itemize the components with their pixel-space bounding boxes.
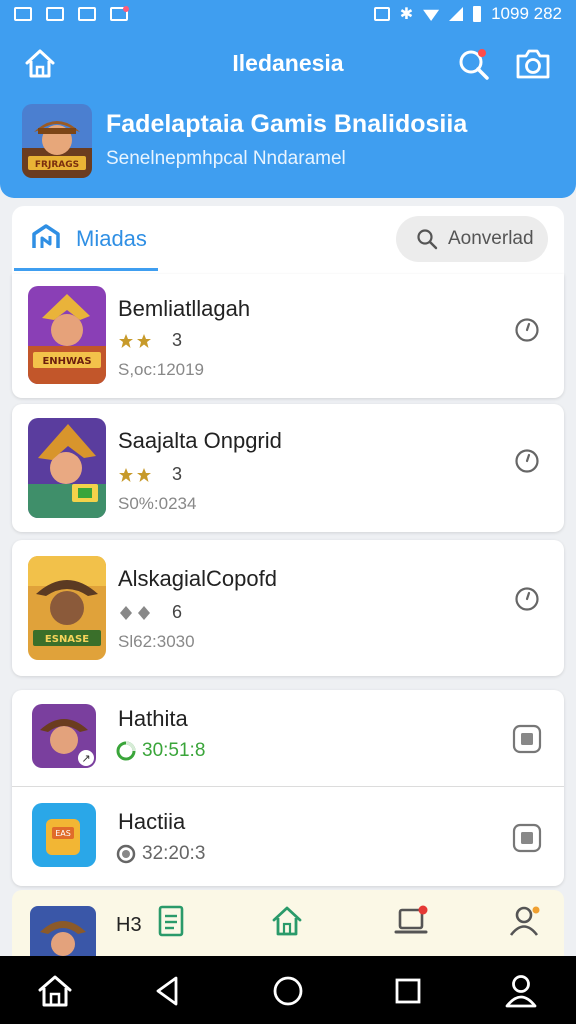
signal-icon (449, 7, 464, 21)
game-meta: Sl62:3030 (118, 632, 195, 651)
search-label: Aonverlad (448, 228, 534, 249)
status-time: 32:20:3 (142, 843, 206, 864)
game-thumbnail[interactable]: ESNASE (28, 556, 106, 660)
tab-miadas[interactable]: Miadas (76, 226, 147, 252)
recents-icon[interactable] (389, 972, 427, 1010)
document-icon[interactable] (154, 904, 188, 938)
notification-icons (14, 6, 129, 21)
camera-icon[interactable] (514, 46, 552, 82)
game-title[interactable]: Hactiia (118, 809, 185, 835)
clock-icon (116, 844, 136, 864)
game-thumbnail[interactable]: ENHWAS (28, 286, 106, 384)
mini-player-thumbnail[interactable] (30, 906, 96, 956)
photo-icon (78, 7, 96, 21)
download-status: 30:51:8 (116, 740, 205, 762)
rating-count: 6 (172, 602, 183, 622)
download-status: 32:20:3 (116, 843, 205, 865)
star-rating-icon (118, 467, 154, 483)
bottom-navigation: H3 (12, 890, 564, 956)
clock-time: 1099 282 (491, 4, 562, 23)
search-icon (417, 229, 438, 250)
vibrate-icon: ✱ (399, 6, 414, 23)
stop-icon[interactable] (512, 823, 542, 853)
status-bar: ✱ 1099 282 (0, 0, 576, 28)
wifi-icon (423, 9, 440, 21)
featured-title[interactable]: Fadelaptaia Gamis Bnalidosiia (106, 110, 467, 139)
home-icon[interactable] (270, 904, 304, 938)
installed-list: ↗ Hathita 30:51:8 EAS Hactiia 32:20:3 (12, 690, 564, 886)
rating-count: 3 (172, 464, 183, 484)
svg-text:FRJRAGS: FRJRAGS (35, 160, 79, 170)
game-card[interactable]: ENHWAS Bemliatllagah 3 S,oc:12019 (12, 274, 564, 398)
game-title[interactable]: Hathita (118, 706, 188, 732)
rating: 3 (118, 330, 182, 351)
star-rating-icon (118, 605, 154, 621)
rating-count: 3 (172, 330, 183, 350)
chart-icon (46, 7, 64, 21)
nfc-icon (373, 7, 390, 21)
mini-player-label: H3 (116, 914, 142, 936)
list-item[interactable]: ↗ Hathita 30:51:8 (12, 690, 564, 786)
game-thumbnail[interactable]: EAS (32, 803, 96, 867)
tab-bar: Miadas Aonverlad (12, 206, 564, 274)
svg-text:EAS: EAS (55, 829, 71, 838)
tab-games-icon[interactable] (30, 222, 62, 254)
overview-circle-icon[interactable] (269, 972, 307, 1010)
system-status: ✱ 1099 282 (373, 4, 562, 24)
app-header: Iledanesia FRJRAGS Fadelaptaia Gamis Bna… (0, 28, 576, 198)
game-thumbnail[interactable] (28, 418, 106, 518)
system-navigation (0, 956, 576, 1024)
battery-icon (473, 6, 482, 22)
back-icon[interactable] (148, 972, 186, 1010)
game-card[interactable]: Saajalta Onpgrid 3 S0%:0234 (12, 404, 564, 532)
search-icon[interactable] (456, 46, 492, 82)
clock-icon[interactable] (514, 448, 540, 474)
game-meta: S,oc:12019 (118, 360, 205, 379)
rating: 6 (118, 602, 182, 623)
profile-icon[interactable] (508, 904, 542, 938)
svg-text:ESNASE: ESNASE (45, 634, 89, 645)
list-item[interactable]: EAS Hactiia 32:20:3 (12, 787, 564, 886)
clock-icon[interactable] (514, 317, 540, 343)
search-button[interactable]: Aonverlad (396, 216, 548, 262)
laptop-notification-icon[interactable] (394, 904, 432, 938)
active-tab-indicator (14, 268, 158, 271)
rating: 3 (118, 464, 182, 485)
clock-icon[interactable] (514, 586, 540, 612)
star-rating-icon (118, 333, 154, 349)
svg-text:↗: ↗ (81, 752, 90, 765)
status-time: 30:51:8 (142, 740, 206, 761)
svg-text:ENHWAS: ENHWAS (42, 356, 91, 367)
download-progress-icon (116, 741, 136, 761)
gift-icon (110, 6, 129, 21)
stop-icon[interactable] (512, 724, 542, 754)
game-title[interactable]: Bemliatllagah (118, 296, 250, 322)
game-title[interactable]: AlskagialCopofd (118, 566, 277, 592)
account-icon[interactable] (502, 972, 540, 1010)
game-meta: S0%:0234 (118, 494, 197, 513)
image-icon (14, 7, 32, 21)
featured-subtitle: Senelnepmhpcal Nndaramel (106, 148, 346, 169)
featured-game-thumbnail[interactable]: FRJRAGS (22, 104, 92, 178)
game-title[interactable]: Saajalta Onpgrid (118, 428, 282, 454)
game-card[interactable]: ESNASE AlskagialCopofd 6 Sl62:3030 (12, 540, 564, 676)
system-home-icon[interactable] (36, 972, 74, 1010)
game-thumbnail[interactable]: ↗ (32, 704, 96, 768)
